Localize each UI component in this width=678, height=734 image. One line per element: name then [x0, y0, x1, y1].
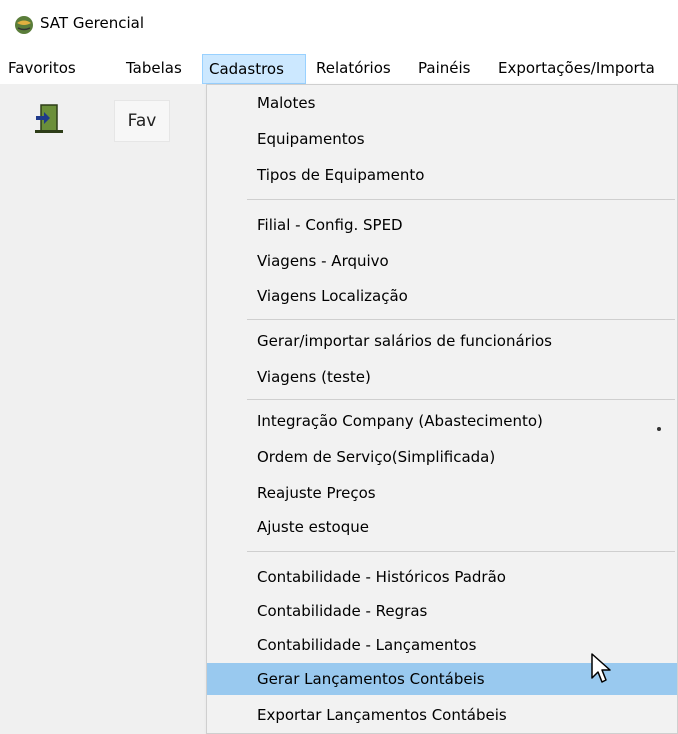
left-panel [0, 158, 207, 734]
menu-bar: Favoritos Tabelas Cadastros Relatórios P… [0, 54, 678, 84]
menu-item-exportar-lancamentos-contabeis[interactable]: Exportar Lançamentos Contábeis [207, 699, 677, 731]
menu-item-viagens-arquivo[interactable]: Viagens - Arquivo [207, 245, 677, 277]
menu-item-viagens-localizacao[interactable]: Viagens Localização [207, 280, 677, 312]
menu-paineis[interactable]: Painéis [412, 54, 476, 84]
mouse-pointer-icon [591, 653, 611, 683]
menu-item-contabilidade-historicos[interactable]: Contabilidade - Históricos Padrão [207, 561, 677, 593]
menu-separator [247, 199, 675, 200]
menu-relatorios[interactable]: Relatórios [310, 54, 397, 84]
menu-item-reajuste-precos[interactable]: Reajuste Preços [207, 477, 677, 509]
cadastros-dropdown-menu: Malotes Equipamentos Tipos de Equipament… [206, 84, 678, 734]
menu-item-contabilidade-regras[interactable]: Contabilidade - Regras [207, 595, 677, 627]
menu-exportacoes[interactable]: Exportações/Importa [492, 54, 661, 84]
menu-separator [247, 319, 675, 320]
menu-item-ajuste-estoque[interactable]: Ajuste estoque [207, 511, 677, 543]
title-bar: SAT Gerencial [0, 0, 678, 38]
menu-favoritos[interactable]: Favoritos [2, 54, 82, 84]
menu-tabelas[interactable]: Tabelas [120, 54, 188, 84]
menu-item-tipos-equipamento[interactable]: Tipos de Equipamento [207, 159, 677, 191]
menu-item-ordem-servico[interactable]: Ordem de Serviço(Simplificada) [207, 441, 677, 473]
menu-item-filial-config-sped[interactable]: Filial - Config. SPED [207, 209, 677, 241]
menu-cadastros[interactable]: Cadastros [202, 54, 306, 84]
menu-item-viagens-teste[interactable]: Viagens (teste) [207, 361, 677, 393]
menu-item-equipamentos[interactable]: Equipamentos [207, 123, 677, 155]
submenu-arrow-icon [657, 427, 661, 431]
menu-separator [247, 399, 675, 400]
exit-door-icon[interactable] [32, 102, 66, 136]
sat-globe-icon [15, 16, 33, 34]
favorites-toolbar-button[interactable]: Fav [114, 100, 170, 142]
window-title: SAT Gerencial [40, 14, 145, 32]
menu-item-gerar-importar-salarios[interactable]: Gerar/importar salários de funcionários [207, 325, 677, 357]
menu-item-integracao-company[interactable]: Integração Company (Abastecimento) [207, 405, 677, 437]
menu-item-malotes[interactable]: Malotes [207, 87, 677, 119]
menu-separator [247, 551, 675, 552]
